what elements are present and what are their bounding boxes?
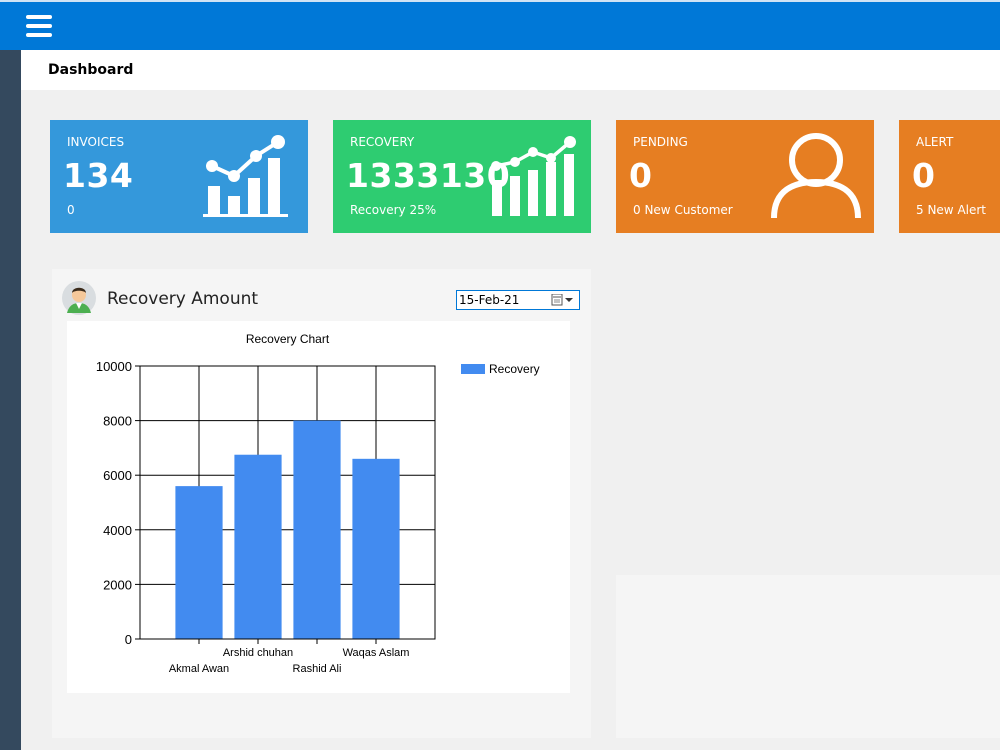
x-tick-label: Akmal Awan (169, 663, 229, 675)
y-tick-label: 4000 (103, 523, 132, 538)
tile-subtext: Recovery 25% (350, 203, 437, 217)
tile-label: PENDING (633, 135, 688, 149)
user-icon (771, 133, 861, 219)
y-tick-label: 10000 (96, 359, 132, 374)
page-header: Dashboard (21, 50, 1000, 90)
chart-title: Recovery Chart (246, 332, 330, 346)
bar (175, 486, 223, 639)
recovery-panel: Recovery Amount 15-Feb-21 Recovery Chart… (52, 269, 591, 738)
x-tick-label: Rashid Ali (293, 663, 342, 675)
chart-svg: Recovery Chart 0 2000 4000 6000 8000 10000 Akma… (96, 332, 540, 675)
y-tick-label: 2000 (103, 577, 132, 592)
date-picker[interactable]: 15-Feb-21 (456, 290, 580, 310)
page-title: Dashboard (48, 62, 134, 78)
recovery-tile[interactable]: RECOVERY 1333130 Recovery 25% (333, 120, 591, 233)
bar-chart-icon (491, 136, 576, 216)
tile-subtext: 0 New Customer (633, 203, 733, 217)
tile-label: ALERT (916, 135, 954, 149)
bar (293, 420, 341, 639)
x-tick-label: Arshid chuhan (223, 647, 293, 659)
y-tick-label: 0 (125, 632, 132, 647)
sidebar (0, 50, 21, 750)
date-value: 15-Feb-21 (459, 293, 520, 307)
tile-subtext: 0 (67, 203, 75, 217)
pending-tile[interactable]: PENDING 0 0 New Customer (616, 120, 874, 233)
right-panel (616, 575, 1000, 738)
y-tick-label: 8000 (103, 414, 132, 429)
avatar (62, 281, 96, 315)
tile-value: 0 (629, 156, 653, 195)
recovery-chart: Recovery Chart 0 2000 4000 6000 8000 10000 Akma… (67, 321, 570, 693)
tile-value: 134 (63, 156, 134, 195)
legend-swatch (461, 364, 485, 374)
tile-subtext: 5 New Alert (916, 203, 987, 217)
bar (352, 458, 400, 639)
panel-title: Recovery Amount (107, 289, 259, 309)
invoices-tile[interactable]: INVOICES 134 0 (50, 120, 308, 233)
top-bar (0, 0, 1000, 50)
tile-value: 0 (912, 156, 936, 195)
bar-chart-icon (203, 135, 288, 217)
menu-icon[interactable] (26, 15, 52, 37)
legend-label: Recovery (489, 362, 540, 376)
x-tick-label: Waqas Aslam (343, 647, 410, 659)
tile-label: INVOICES (67, 135, 125, 149)
tile-value: 1333130 (346, 156, 511, 195)
calendar-dropdown-icon[interactable] (551, 294, 575, 306)
bar (234, 454, 282, 639)
tile-label: RECOVERY (350, 135, 415, 149)
alert-tile[interactable]: ALERT 0 5 New Alert (899, 120, 1000, 233)
y-tick-label: 6000 (103, 468, 132, 483)
